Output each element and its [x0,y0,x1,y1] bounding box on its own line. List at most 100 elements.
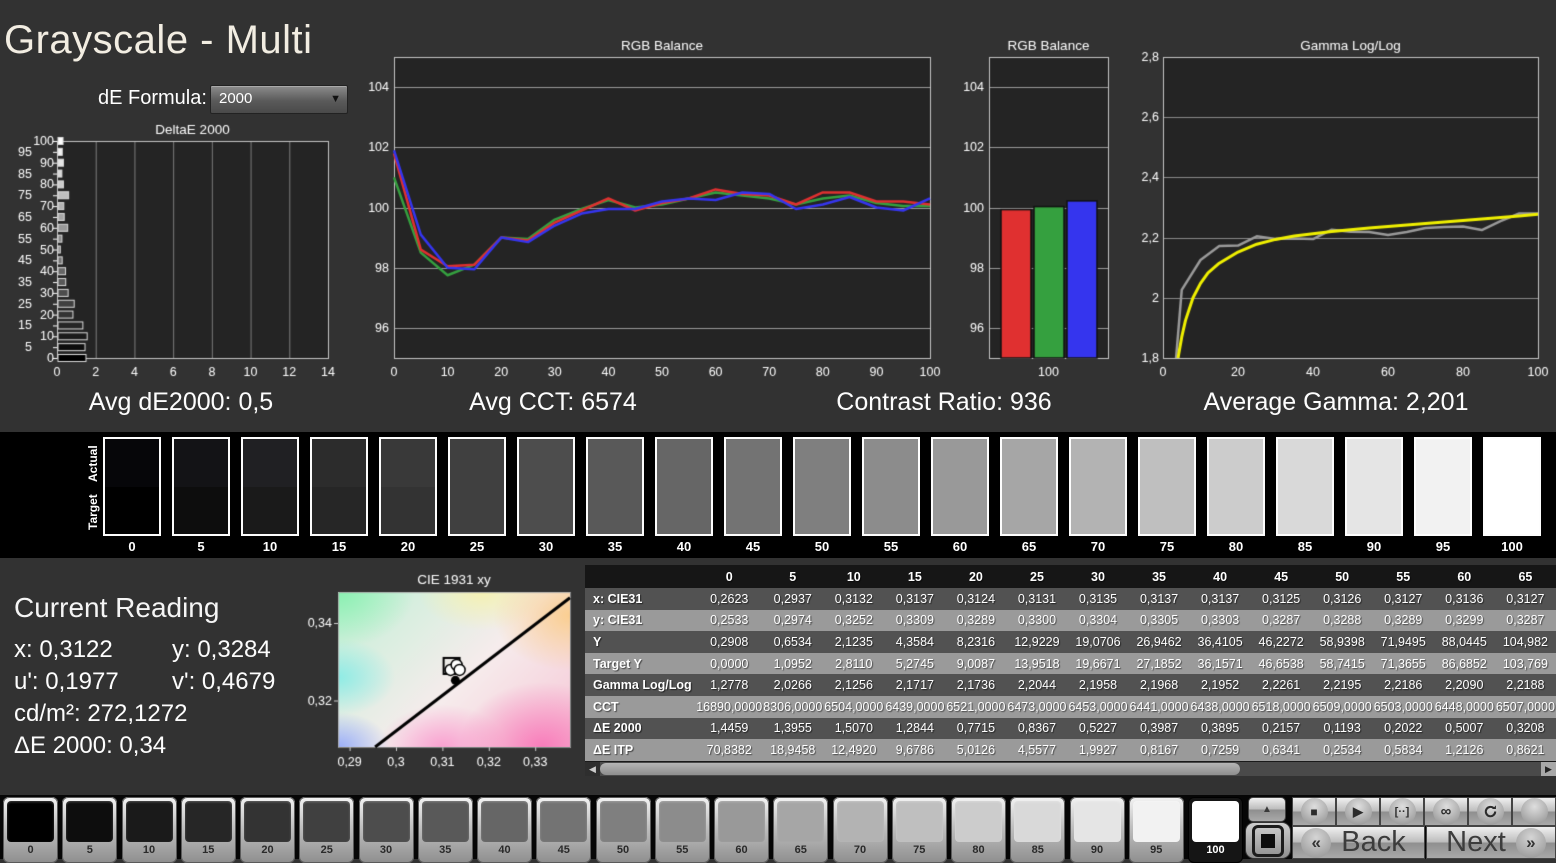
table-cell: 1,2126 [1433,739,1495,761]
reading-de: ΔE 2000: 0,34 [14,732,167,759]
table-cell: 4,3584 [884,631,946,653]
table-cell: 6503,0000 [1372,695,1434,718]
pattern-button-70[interactable]: 70 [832,797,888,863]
swatch-35 [586,437,644,536]
swatch-actual [519,439,573,487]
pattern-patch [184,801,232,842]
table-row: ΔE ITP 70,8382 18,9458 12,4920 9,6786 5,0126 4… [585,739,1556,761]
table-cell: 0,3895 [1189,717,1251,740]
refresh-button[interactable] [1468,797,1512,826]
swatch-target [105,486,159,534]
swatch-target [243,486,297,534]
swatch-label: 100 [1501,539,1523,554]
table-scrollbar[interactable]: ◀ ▶ [585,762,1556,776]
swatch-50 [793,437,851,536]
table-cell: 0,3125 [1250,588,1312,610]
pattern-patch [895,801,943,842]
scrollbar-thumb[interactable] [600,763,1240,775]
grayscale-swatch-strip: Actual Target 0 5 10 15 20 25 30 35 40 45 50 55 60 65… [0,432,1556,558]
stop-button[interactable]: ■ [1292,797,1336,826]
table-cell: 8306,0000 [762,695,824,718]
scroll-up-button[interactable]: ▲ [1248,797,1286,822]
table-col-header: 35 [1128,565,1190,588]
play-button[interactable]: ▶ [1336,797,1380,826]
table-row-label: ΔE 2000 [585,717,697,740]
table-cell: 88,0445 [1433,631,1495,653]
pattern-button-50[interactable]: 50 [595,797,651,863]
pattern-button-10[interactable]: 10 [121,797,177,863]
pattern-button-95[interactable]: 95 [1128,797,1184,863]
table-cell: 46,6538 [1250,652,1312,675]
current-reading-heading: Current Reading [14,592,220,623]
swatch-label: 45 [745,539,761,554]
swatch-actual [933,439,987,487]
pattern-toolbar: ▲ ■ ▶ [··] ∞ « Back Next » 0 5 10 15 20 25 30 3… [0,795,1556,863]
pattern-button-85[interactable]: 85 [1010,797,1066,863]
pattern-label: 20 [261,844,274,856]
pattern-button-75[interactable]: 75 [891,797,947,863]
pattern-button-65[interactable]: 65 [773,797,829,863]
table-cell: 6507,0000 [1494,695,1556,718]
swatch-10 [241,437,299,536]
scroll-right-icon[interactable]: ▶ [1541,762,1556,776]
pattern-button-100[interactable]: 100 [1188,797,1243,863]
de-formula-dropdown[interactable]: 2000 ▼ [210,85,348,114]
pattern-label: 45 [557,844,570,856]
table-cell: 27,1852 [1128,652,1190,675]
pattern-button-45[interactable]: 45 [536,797,592,863]
table-cell: 19,0706 [1067,631,1129,653]
refresh-icon [1476,798,1504,825]
stop-pattern-button[interactable] [1245,822,1291,859]
back-button[interactable]: « Back [1292,826,1425,859]
table-cell: 6473,0000 [1006,695,1068,718]
pattern-label: 40 [498,844,511,856]
table-cell: 6453,0000 [1067,695,1129,718]
swatch-label: 40 [676,539,692,554]
next-button[interactable]: Next » [1426,826,1556,859]
pattern-button-25[interactable]: 25 [299,797,355,863]
table-cell: 0,3124 [945,588,1007,610]
table-cell: 2,1235 [823,631,885,653]
indicator-button[interactable] [1512,797,1556,826]
rgb-balance-bar-chart [950,40,1120,390]
swatch-60 [931,437,989,536]
pattern-button-30[interactable]: 30 [358,797,414,863]
pattern-button-55[interactable]: 55 [654,797,710,863]
pattern-label: 15 [202,844,215,856]
table-cell: 0,3208 [1494,717,1556,740]
range-button[interactable]: [··] [1380,797,1424,826]
swatch-label: 30 [538,539,554,554]
table-cell: 0,2533 [696,609,763,632]
table-col-header: 55 [1372,565,1434,588]
swatch-label: 60 [952,539,968,554]
table-cell: 0,3304 [1067,609,1129,632]
swatch-actual [1278,439,1332,487]
pattern-button-90[interactable]: 90 [1069,797,1125,863]
pattern-button-15[interactable]: 15 [180,797,236,863]
square-stop-icon [1252,824,1284,857]
table-row-label: Gamma Log/Log [585,674,697,696]
pattern-button-80[interactable]: 80 [951,797,1006,863]
table-cell: 9,6786 [884,739,946,761]
pattern-button-60[interactable]: 60 [714,797,769,863]
pattern-button-0[interactable]: 0 [3,797,58,863]
table-cell: 1,3955 [762,717,824,740]
pattern-button-5[interactable]: 5 [62,797,118,863]
table-col-header: 60 [1433,565,1495,588]
table-col-header: 50 [1311,565,1373,588]
swatch-45 [724,437,782,536]
pattern-button-40[interactable]: 40 [477,797,532,863]
swatch-30 [517,437,575,536]
pattern-button-20[interactable]: 20 [240,797,295,863]
swatch-label: 75 [1159,539,1175,554]
continuous-button[interactable]: ∞ [1424,797,1468,826]
swatch-actual [105,439,159,487]
table-cell: 46,2272 [1250,631,1312,653]
swatch-100 [1483,437,1541,536]
swatch-actual [795,439,849,487]
table-cell: 2,1952 [1189,674,1251,696]
table-cell: 0,0000 [696,652,763,675]
pattern-button-35[interactable]: 35 [417,797,473,863]
table-cell: 4,5577 [1006,739,1068,761]
scroll-left-icon[interactable]: ◀ [585,762,600,776]
